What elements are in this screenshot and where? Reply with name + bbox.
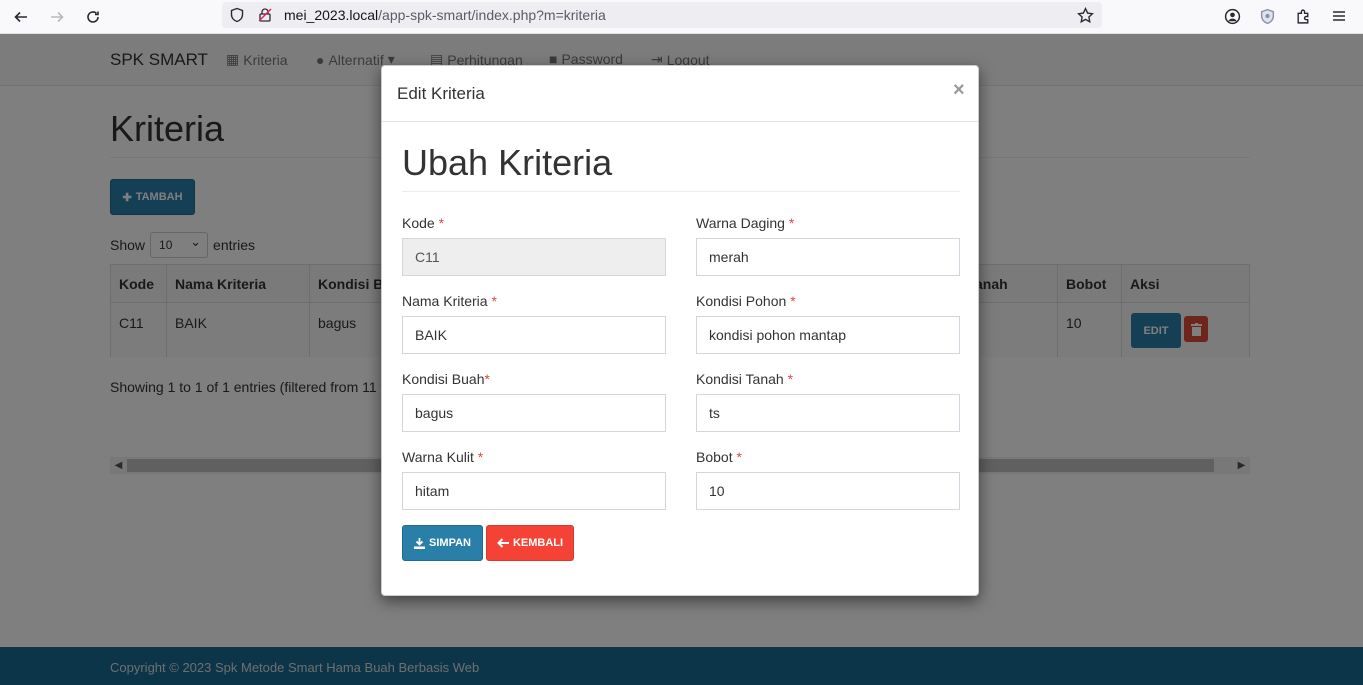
- bobot-input[interactable]: 10: [696, 472, 960, 510]
- label-kode: Kode *: [402, 215, 445, 231]
- shield-icon[interactable]: [227, 5, 247, 25]
- back-button[interactable]: KEMBALI: [486, 525, 574, 561]
- forward-icon[interactable]: [44, 4, 70, 30]
- modal-header: Edit Kriteria ×: [382, 66, 978, 122]
- label-bobot: Bobot *: [696, 449, 742, 465]
- url-text[interactable]: mei_2023.local/app-spk-smart/index.php?m…: [284, 7, 606, 23]
- label-kondisi-tanah: Kondisi Tanah *: [696, 371, 794, 387]
- address-bar[interactable]: mei_2023.local/app-spk-smart/index.php?m…: [222, 2, 1102, 28]
- back-icon[interactable]: [8, 4, 34, 30]
- close-icon[interactable]: ×: [953, 79, 965, 102]
- arrow-left-icon: [497, 538, 509, 548]
- bookmark-star-icon[interactable]: [1075, 5, 1095, 25]
- warna-daging-input[interactable]: merah: [696, 238, 960, 276]
- menu-hamburger-icon[interactable]: [1327, 4, 1351, 28]
- divider: [402, 191, 960, 192]
- label-nama-kriteria: Nama Kriteria *: [402, 293, 497, 309]
- kode-input[interactable]: C11: [402, 238, 666, 276]
- kondisi-buah-input[interactable]: bagus: [402, 394, 666, 432]
- label-warna-daging: Warna Daging *: [696, 215, 795, 231]
- label-kondisi-buah: Kondisi Buah*: [402, 371, 490, 387]
- warna-kulit-input[interactable]: hitam: [402, 472, 666, 510]
- reload-icon[interactable]: [80, 4, 106, 30]
- insecure-lock-icon[interactable]: [255, 5, 275, 25]
- kondisi-tanah-input[interactable]: ts: [696, 394, 960, 432]
- account-icon[interactable]: [1220, 4, 1244, 28]
- save-button[interactable]: SIMPAN: [402, 525, 483, 561]
- kondisi-pohon-input[interactable]: kondisi pohon mantap: [696, 316, 960, 354]
- modal-title: Edit Kriteria: [397, 84, 485, 103]
- download-icon: [414, 537, 426, 549]
- nama-kriteria-input[interactable]: BAIK: [402, 316, 666, 354]
- label-kondisi-pohon: Kondisi Pohon *: [696, 293, 796, 309]
- form-title: Ubah Kriteria: [402, 142, 613, 183]
- extensions-icon[interactable]: [1291, 4, 1315, 28]
- privacy-badger-icon[interactable]: [1255, 4, 1279, 28]
- edit-kriteria-modal: Edit Kriteria × Ubah Kriteria Kode * C11…: [381, 65, 979, 596]
- browser-toolbar: mei_2023.local/app-spk-smart/index.php?m…: [0, 0, 1363, 34]
- label-warna-kulit: Warna Kulit *: [402, 449, 484, 465]
